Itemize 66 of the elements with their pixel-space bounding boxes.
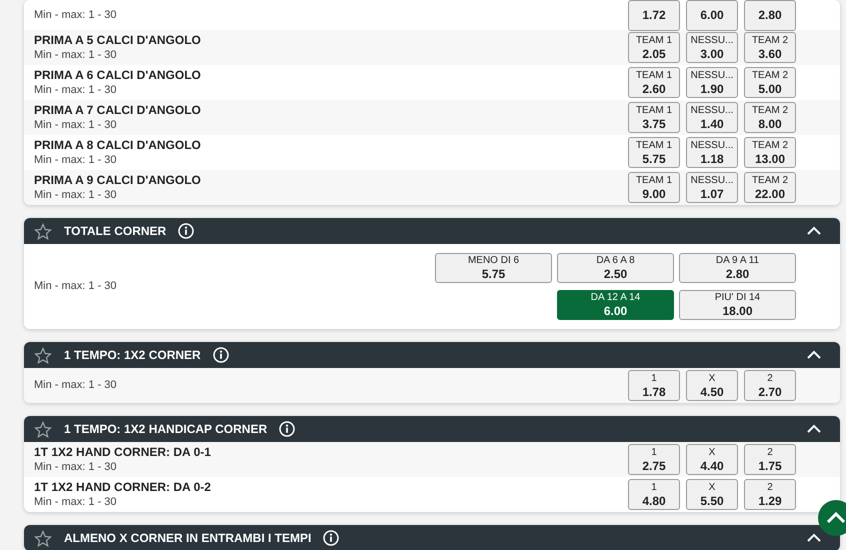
odds-button[interactable]: TEAM 1 2.60 (628, 67, 680, 98)
star-icon[interactable] (34, 222, 52, 240)
odds-button[interactable]: TEAM 1 2.05 (628, 32, 680, 63)
limits-text: Min - max: 1 - 30 (34, 152, 118, 168)
info-icon[interactable] (323, 530, 340, 546)
caret-up-icon[interactable] (806, 350, 822, 360)
market-name: 1T 1X2 HAND CORNER: DA 0-1 (34, 444, 212, 460)
market-name: PRIMA A 7 CALCI D'ANGOLO (34, 102, 202, 118)
caret-up-icon[interactable] (806, 424, 822, 434)
info-icon[interactable] (279, 421, 296, 437)
odds-button[interactable]: X 5.50 (686, 479, 738, 510)
market-name: PRIMA A 5 CALCI D'ANGOLO (34, 32, 202, 48)
section-title: 1 TEMPO: 1X2 HANDICAP CORNER (64, 422, 268, 436)
limits-text: Min - max: 1 - 30 (34, 378, 118, 393)
caret-up-icon[interactable] (806, 226, 822, 236)
info-icon[interactable] (178, 223, 194, 239)
odds-button[interactable]: 2 2.70 (744, 370, 796, 401)
odds-button[interactable]: X 4.40 (686, 444, 738, 475)
odds-button[interactable]: 2.80 (744, 0, 796, 30)
odds-button[interactable]: NESSU... 3.00 (686, 32, 738, 63)
odds-button[interactable]: PIU' DI 14 18.00 (679, 290, 796, 320)
caret-up-icon[interactable] (806, 533, 822, 543)
section-title: ALMENO X CORNER IN ENTRAMBI I TEMPI (64, 531, 312, 545)
caret-up-icon (825, 511, 846, 525)
odds-button[interactable]: 6.00 (686, 0, 738, 30)
odds-button[interactable]: 1 4.80 (628, 479, 680, 510)
odds-button[interactable]: MENO DI 6 5.75 (435, 253, 552, 283)
odds-button[interactable]: TEAM 2 22.00 (744, 172, 796, 203)
limits-text: Min - max: 1 - 30 (34, 279, 118, 294)
market-name: PRIMA A 9 CALCI D'ANGOLO (34, 172, 202, 188)
odds-button[interactable]: 2 1.75 (744, 444, 796, 475)
odds-button[interactable]: 1 1.78 (628, 370, 680, 401)
market-name: PRIMA A 6 CALCI D'ANGOLO (34, 68, 202, 82)
limits-text: Min - max: 1 - 30 (34, 8, 118, 22)
star-icon[interactable] (34, 346, 52, 364)
odds-button[interactable]: DA 6 A 8 2.50 (557, 253, 674, 283)
odds-button[interactable]: TEAM 2 3.60 (744, 32, 796, 63)
market-name: PRIMA A 8 CALCI D'ANGOLO (34, 138, 202, 152)
odds-button[interactable]: DA 9 A 11 2.80 (679, 253, 796, 283)
info-icon[interactable] (212, 347, 229, 363)
market-name: 1T 1X2 HAND CORNER: DA 0-2 (34, 480, 212, 494)
section-title: TOTALE CORNER (64, 224, 166, 238)
odds-button[interactable]: DA 12 A 14 6.00 (557, 290, 674, 320)
odds-button[interactable]: NESSU... 1.18 (686, 137, 738, 168)
star-icon[interactable] (34, 420, 52, 438)
odds-button[interactable]: NESSU... 1.90 (686, 67, 738, 98)
limits-text: Min - max: 1 - 30 (34, 494, 118, 510)
odds-button[interactable]: NESSU... 1.07 (686, 172, 738, 203)
star-icon[interactable] (34, 530, 52, 546)
limits-text: Min - max: 1 - 30 (34, 118, 118, 132)
section-title: 1 TEMPO: 1X2 CORNER (64, 348, 201, 362)
odds-button[interactable]: 2 1.29 (744, 479, 796, 510)
odds-button[interactable]: TEAM 2 13.00 (744, 137, 796, 168)
odds-button[interactable]: TEAM 1 3.75 (628, 102, 680, 133)
odds-button[interactable]: X 4.50 (686, 370, 738, 401)
limits-text: Min - max: 1 - 30 (34, 48, 118, 62)
limits-text: Min - max: 1 - 30 (34, 82, 118, 98)
odds-button[interactable]: TEAM 1 5.75 (628, 137, 680, 168)
limits-text: Min - max: 1 - 30 (34, 188, 118, 202)
odds-button[interactable]: 1 2.75 (628, 444, 680, 475)
odds-button[interactable]: TEAM 1 9.00 (628, 172, 680, 203)
odds-button[interactable]: 1.72 (628, 0, 680, 30)
limits-text: Min - max: 1 - 30 (34, 460, 118, 474)
odds-button[interactable]: TEAM 2 5.00 (744, 67, 796, 98)
odds-button[interactable]: NESSU... 1.40 (686, 102, 738, 133)
odds-button[interactable]: TEAM 2 8.00 (744, 102, 796, 133)
